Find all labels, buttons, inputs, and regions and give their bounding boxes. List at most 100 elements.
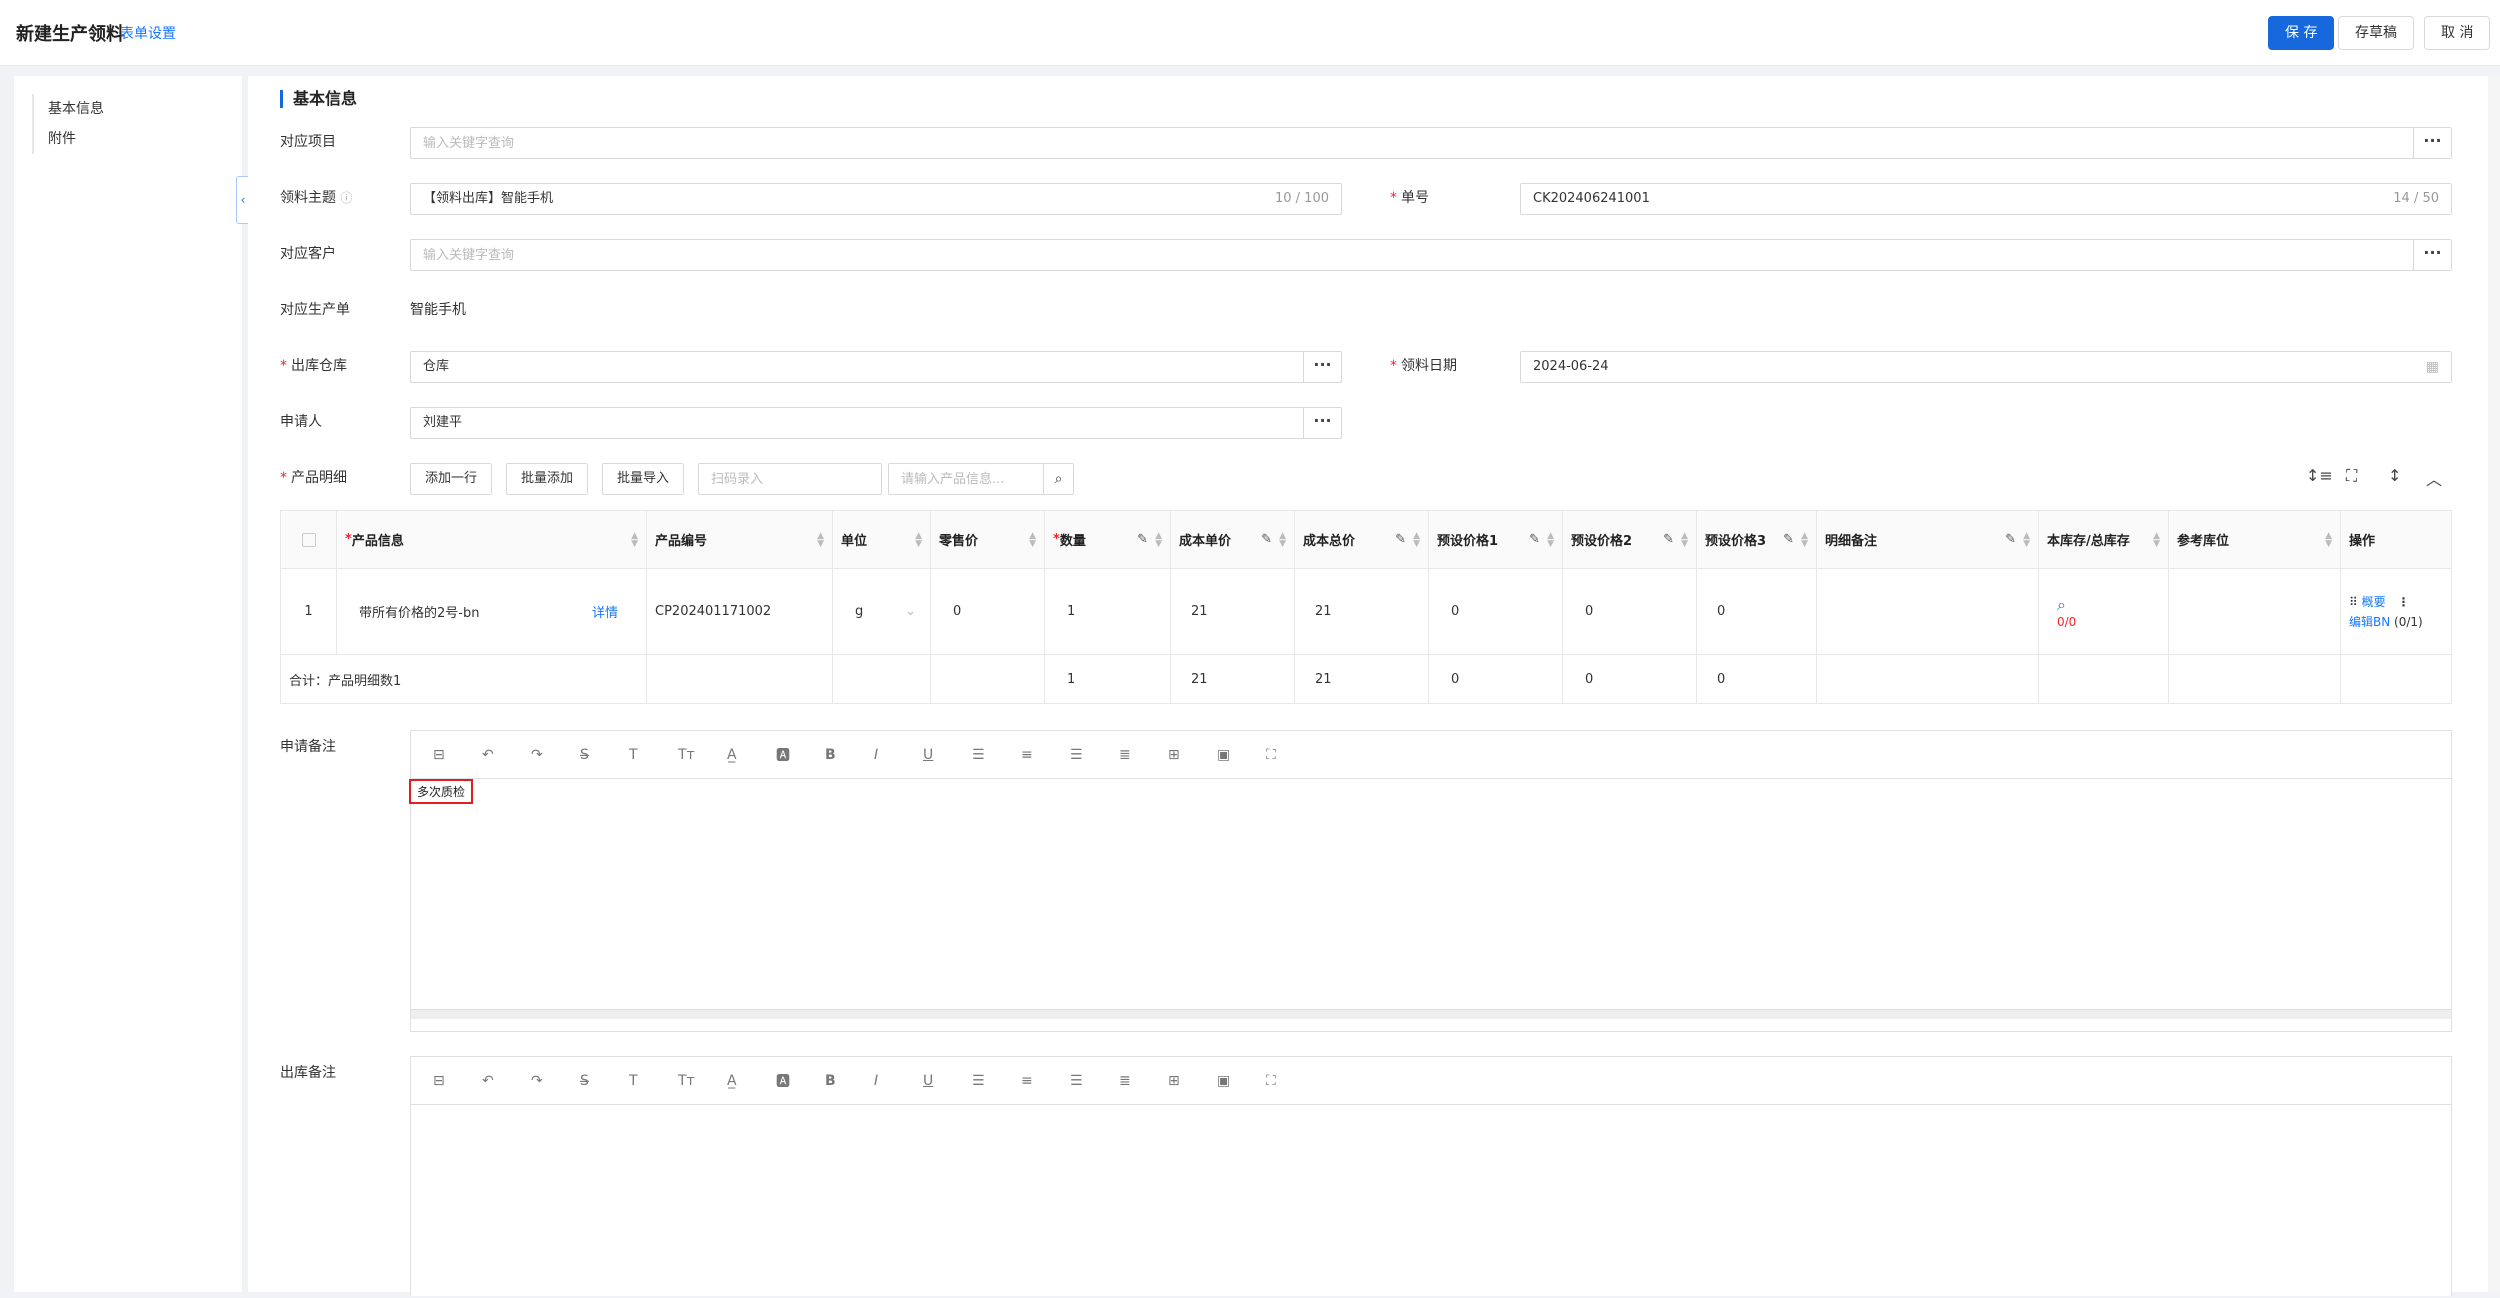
align-center-icon[interactable]: ≡ — [1021, 747, 1070, 763]
format-icon[interactable]: ⊟ — [433, 747, 482, 763]
sort-icon[interactable]: ▲ ▼ — [915, 531, 922, 548]
col-preset-price-2[interactable]: 预设价格2 ✎ ▲ ▼ — [1563, 511, 1697, 568]
align-left-icon[interactable]: ☰ — [972, 1073, 1021, 1089]
fullscreen-icon[interactable]: ⛶ — [1266, 747, 1315, 763]
col-unit[interactable]: 单位 ▲ ▼ — [833, 511, 931, 568]
sidebar-item-attachments[interactable]: 附件 — [48, 124, 104, 154]
select-all-checkbox[interactable] — [301, 532, 316, 547]
sort-icon[interactable]: ▲ ▼ — [2153, 531, 2160, 548]
calendar-icon[interactable]: ▦ — [2426, 352, 2439, 382]
edit-pen-icon[interactable]: ✎ — [1137, 532, 1148, 547]
expand-vertical-icon[interactable]: ↕ — [2388, 466, 2401, 485]
project-more-button[interactable]: ··· — [2413, 128, 2451, 158]
batch-import-button[interactable]: 批量导入 — [602, 463, 685, 495]
retail-cell[interactable]: 0 — [931, 569, 1045, 654]
fullscreen-icon[interactable]: ⛶ — [1266, 1073, 1315, 1089]
search-icon[interactable]: ⌕ — [1043, 464, 1073, 494]
detail-remark-cell[interactable] — [1817, 569, 2039, 654]
text-size-icon[interactable]: Tт — [678, 1073, 727, 1089]
fullscreen-icon[interactable]: ⛶ — [2346, 466, 2357, 486]
product-detail-link[interactable]: 详情 — [592, 602, 618, 621]
col-product-code[interactable]: 产品编号 ▲ ▼ — [647, 511, 833, 568]
font-size-icon[interactable]: T — [629, 1073, 678, 1089]
save-draft-button[interactable]: 存草稿 — [2338, 16, 2414, 50]
format-icon[interactable]: ⊟ — [433, 1073, 482, 1089]
batch-add-button[interactable]: 批量添加 — [506, 463, 589, 495]
text-size-icon[interactable]: Tт — [678, 747, 727, 763]
col-ref-location[interactable]: 参考库位 ▲ ▼ — [2169, 511, 2341, 568]
customer-more-button[interactable]: ··· — [2413, 240, 2451, 270]
subject-field[interactable]: 【领料出库】智能手机 10 / 100 — [410, 183, 1342, 215]
sort-icon[interactable]: ▲ ▼ — [1681, 531, 1688, 548]
align-right-icon[interactable]: ☰ — [1070, 1073, 1119, 1089]
col-qty[interactable]: * 数量 ✎ ▲ ▼ — [1045, 511, 1171, 568]
sort-icon[interactable]: ▲ ▼ — [1413, 531, 1420, 548]
col-preset-price-3[interactable]: 预设价格3 ✎ ▲ ▼ — [1697, 511, 1817, 568]
col-cost-total[interactable]: 成本总价 ✎ ▲ ▼ — [1295, 511, 1429, 568]
bg-color-icon[interactable]: 🅰 — [776, 745, 825, 765]
underline-icon[interactable]: U — [923, 1073, 972, 1089]
sort-icon[interactable]: ▲ ▼ — [2023, 531, 2030, 548]
redo-icon[interactable]: ↷ — [531, 747, 580, 763]
sort-icon[interactable]: ▲ ▼ — [1801, 531, 1808, 548]
preset-price-2-cell[interactable]: 0 — [1563, 569, 1697, 654]
edit-pen-icon[interactable]: ✎ — [1529, 532, 1540, 547]
align-left-icon[interactable]: ☰ — [972, 747, 1021, 763]
table-icon[interactable]: ⊞ — [1168, 1073, 1217, 1089]
qty-cell[interactable]: 1 — [1045, 569, 1171, 654]
font-color-icon[interactable]: A̲ — [727, 1073, 776, 1089]
col-detail-remark[interactable]: 明细备注 ✎ ▲ ▼ — [1817, 511, 2039, 568]
preset-price-1-cell[interactable]: 0 — [1429, 569, 1563, 654]
underline-icon[interactable]: U — [923, 747, 972, 763]
col-preset-price-1[interactable]: 预设价格1 ✎ ▲ ▼ — [1429, 511, 1563, 568]
ref-location-cell[interactable] — [2169, 569, 2341, 654]
table-icon[interactable]: ⊞ — [1168, 747, 1217, 763]
sort-icon[interactable]: ▲ ▼ — [1155, 531, 1162, 548]
more-vertical-icon[interactable]: ⋮ — [2397, 595, 2409, 609]
bold-icon[interactable]: B — [825, 1073, 874, 1089]
editor-content[interactable] — [411, 1105, 2451, 1295]
col-stock[interactable]: 本库存/总库存 ▲ ▼ — [2039, 511, 2169, 568]
edit-pen-icon[interactable]: ✎ — [1395, 532, 1406, 547]
align-right-icon[interactable]: ☰ — [1070, 747, 1119, 763]
italic-icon[interactable]: I — [874, 747, 923, 763]
date-field[interactable]: 2024-06-24 ▦ — [1520, 351, 2452, 383]
editor-content[interactable]: 多次质检 — [409, 779, 2451, 1019]
stock-search-icon[interactable]: ⌕ — [2057, 595, 2066, 615]
justify-icon[interactable]: ≣ — [1119, 747, 1168, 763]
font-size-icon[interactable]: T — [629, 747, 678, 763]
drag-handle-icon[interactable]: ⠿ — [2349, 595, 2358, 609]
undo-icon[interactable]: ↶ — [482, 747, 531, 763]
product-info-cell[interactable]: 带所有价格的2号-bn 详情 — [337, 569, 647, 654]
strikethrough-icon[interactable]: S̶ — [580, 1073, 629, 1089]
sort-icon[interactable]: ▲ ▼ — [817, 531, 824, 548]
edit-bn-link[interactable]: 编辑BN — [2349, 615, 2390, 629]
font-color-icon[interactable]: A̲ — [727, 747, 776, 763]
redo-icon[interactable]: ↷ — [531, 1073, 580, 1089]
sort-icon[interactable]: ▲ ▼ — [1279, 531, 1286, 548]
customer-input[interactable] — [423, 240, 2451, 270]
preset-price-3-cell[interactable]: 0 — [1697, 569, 1817, 654]
bold-icon[interactable]: B — [825, 747, 874, 763]
sidebar-item-basic-info[interactable]: 基本信息 — [48, 94, 104, 124]
sort-icon[interactable]: ▲ ▼ — [1547, 531, 1554, 548]
align-center-icon[interactable]: ≡ — [1021, 1073, 1070, 1089]
italic-icon[interactable]: I — [874, 1073, 923, 1089]
page-scrollbar[interactable] — [2488, 76, 2500, 1292]
collapse-up-icon[interactable]: ︿ — [2426, 466, 2442, 490]
edit-pen-icon[interactable]: ✎ — [2005, 532, 2016, 547]
applicant-field[interactable]: 刘建平 ··· — [410, 407, 1342, 439]
applicant-more-button[interactable]: ··· — [1303, 408, 1341, 438]
image-icon[interactable]: ▣ — [1217, 1073, 1266, 1089]
col-retail[interactable]: 零售价 ▲ ▼ — [931, 511, 1045, 568]
sort-icon[interactable]: ▲ ▼ — [1029, 531, 1036, 548]
undo-icon[interactable]: ↶ — [482, 1073, 531, 1089]
justify-icon[interactable]: ≣ — [1119, 1073, 1168, 1089]
col-product-info[interactable]: * 产品信息 ▲ ▼ — [337, 511, 647, 568]
save-button[interactable]: 保 存 — [2268, 16, 2335, 50]
order-no-field[interactable]: CK202406241001 14 / 50 — [1520, 183, 2452, 215]
cancel-button[interactable]: 取 消 — [2424, 16, 2491, 50]
summary-link[interactable]: 概要 — [2362, 595, 2386, 609]
editor-scrollbar[interactable] — [411, 1009, 2451, 1019]
unit-select[interactable]: g ⌄ — [833, 569, 931, 654]
